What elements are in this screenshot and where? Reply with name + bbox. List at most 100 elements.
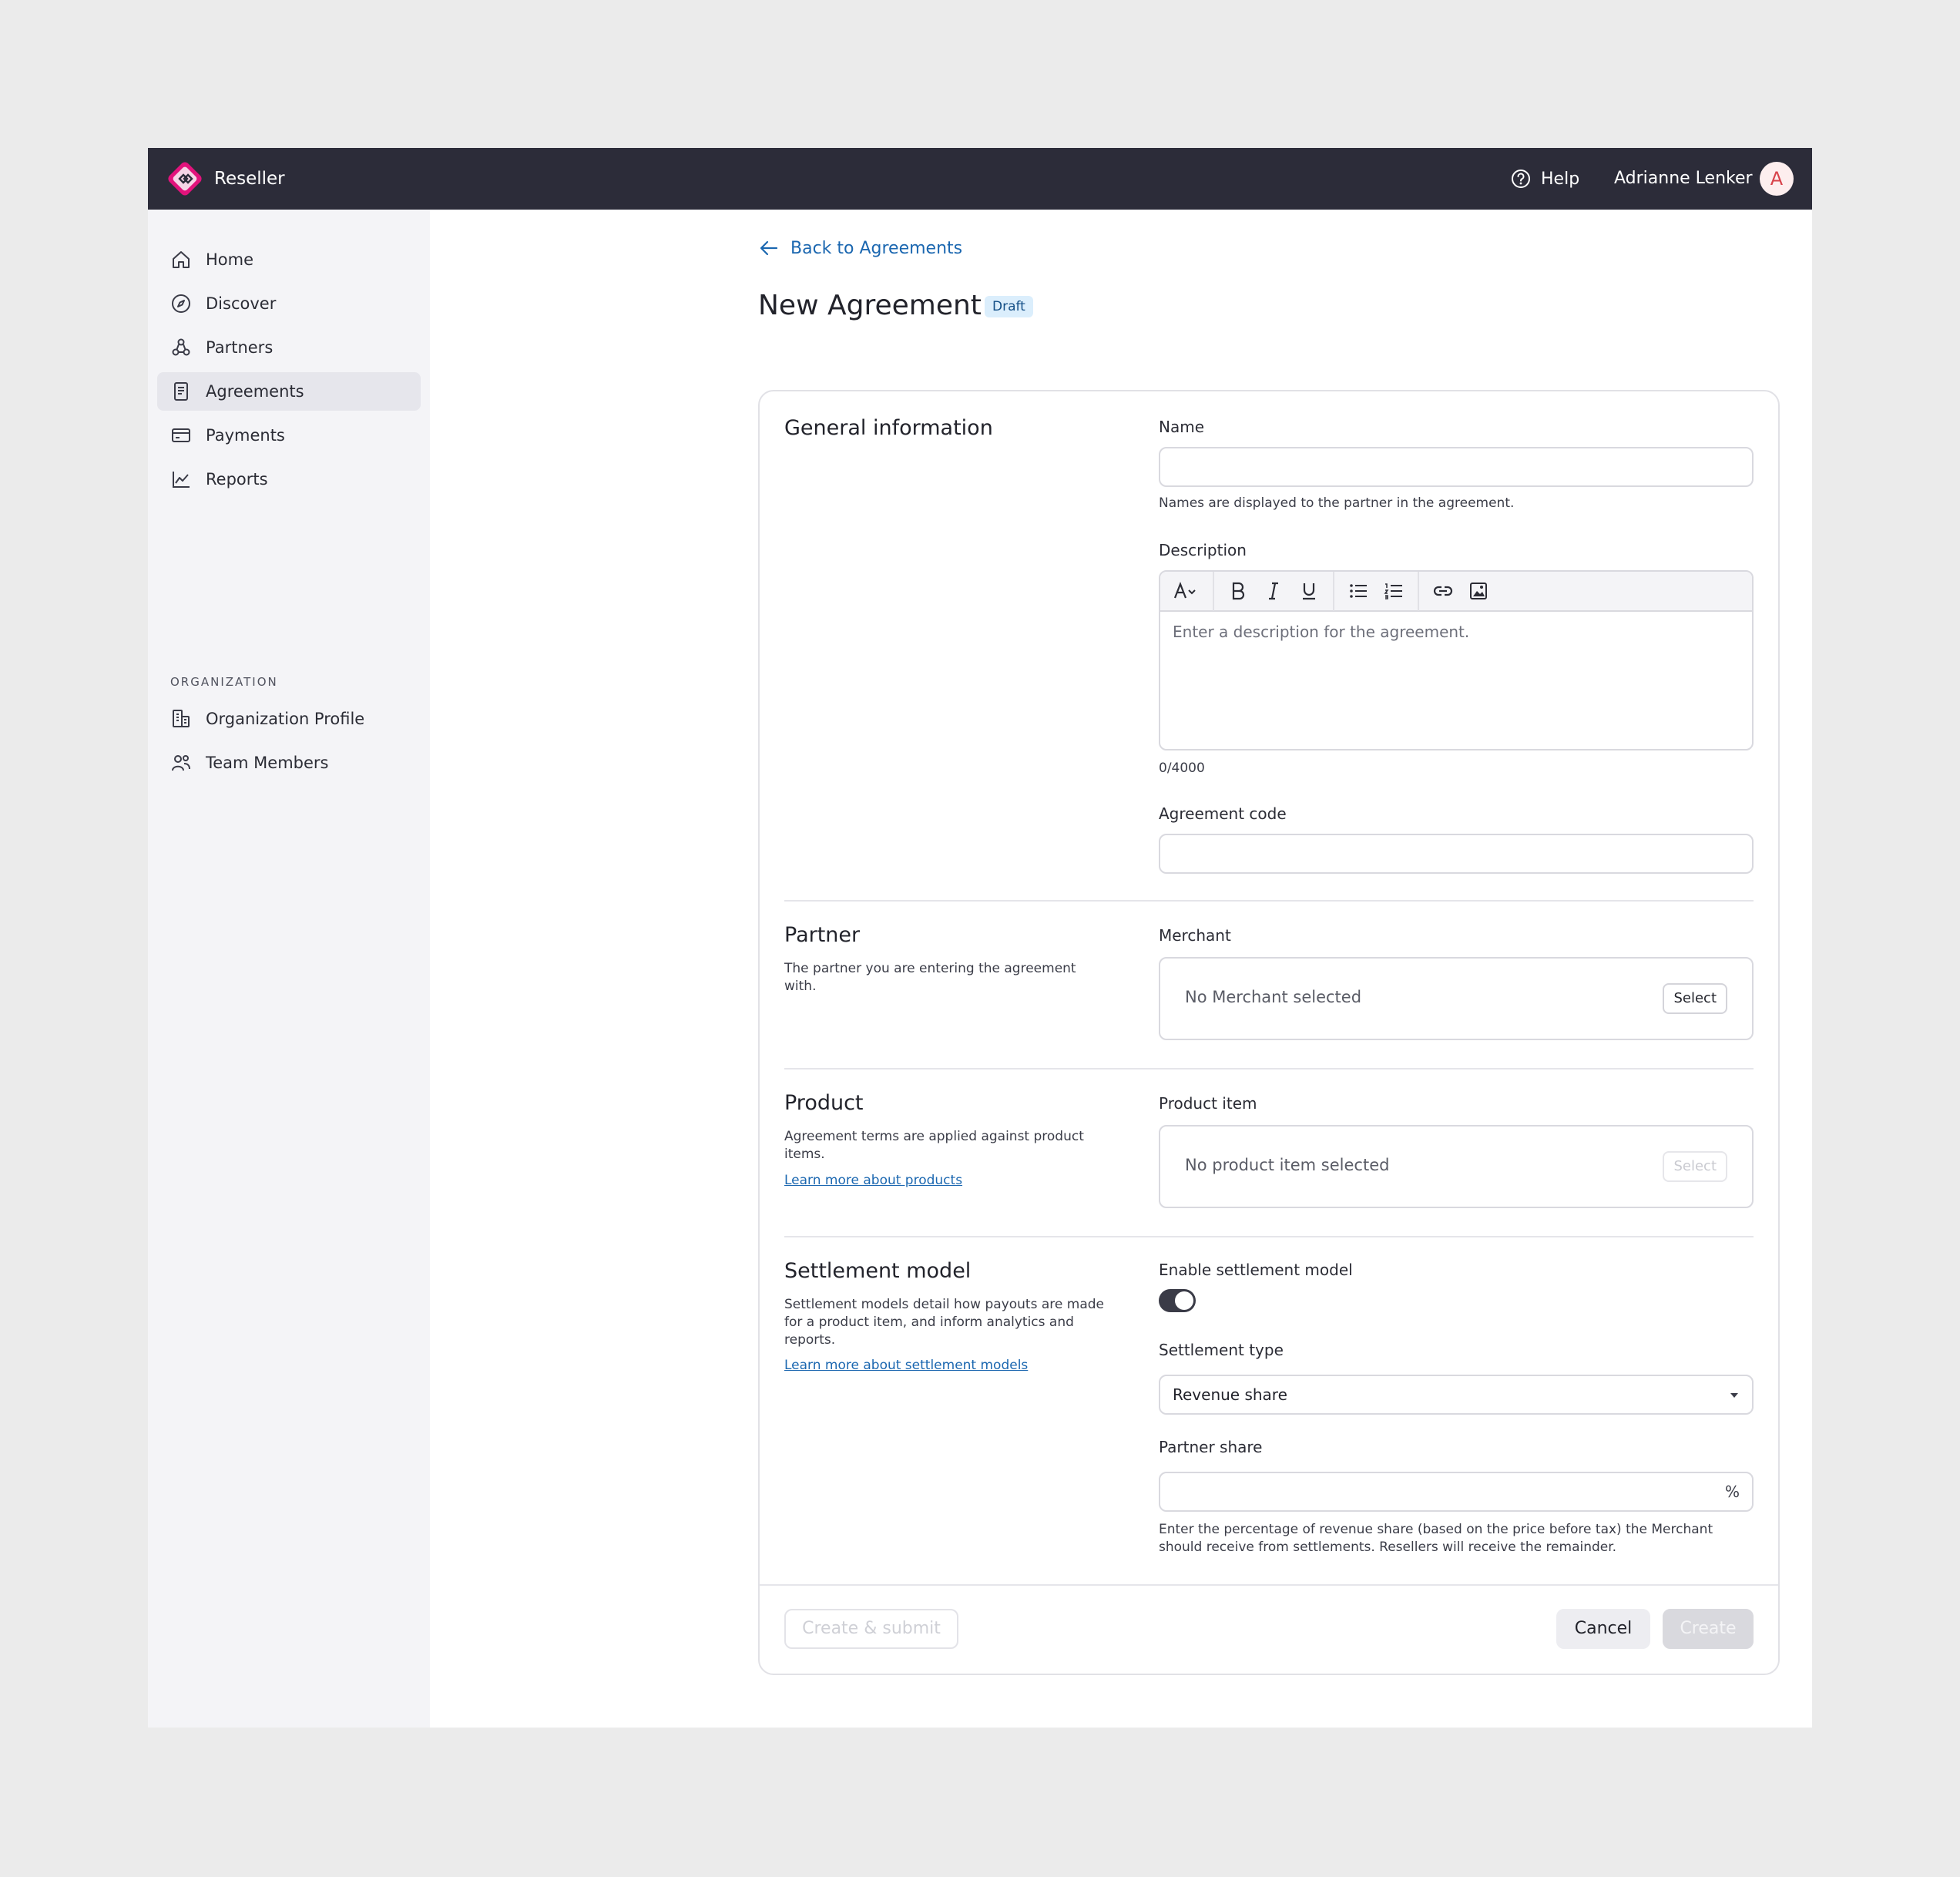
- image-button[interactable]: [1461, 576, 1496, 606]
- status-badge: Draft: [985, 296, 1033, 317]
- sidebar-item-label: Organization Profile: [206, 710, 365, 728]
- create-and-submit-button[interactable]: Create & submit: [784, 1609, 958, 1649]
- product-description: Agreement terms are applied against prod…: [784, 1129, 1084, 1162]
- description-editor: Enter a description for the agreement.: [1159, 570, 1754, 750]
- character-count: 0/4000: [1159, 761, 1205, 776]
- sidebar-item-home[interactable]: Home: [157, 240, 421, 279]
- enable-settlement-toggle[interactable]: [1159, 1289, 1196, 1312]
- section-divider: [784, 1068, 1754, 1069]
- merchant-label: Merchant: [1159, 926, 1231, 945]
- partners-icon: [172, 338, 190, 356]
- user-name[interactable]: Adrianne Lenker: [1614, 163, 1753, 194]
- sidebar: Home Discover Partners Agreements Paymen…: [148, 210, 430, 1728]
- list-group: [1334, 572, 1419, 611]
- page-title: New Agreement: [758, 290, 982, 321]
- sidebar-item-label: Agreements: [206, 382, 304, 401]
- section-divider: [784, 900, 1754, 902]
- product-title: Product: [784, 1091, 864, 1115]
- numbered-list-icon: [1384, 583, 1402, 599]
- partner-description: The partner you are entering the agreeme…: [784, 961, 1076, 994]
- footer-divider: [760, 1584, 1778, 1586]
- create-button[interactable]: Create: [1663, 1609, 1754, 1649]
- app-name: Reseller: [214, 169, 285, 189]
- name-input[interactable]: [1159, 447, 1754, 487]
- sidebar-item-organization-profile[interactable]: Organization Profile: [157, 700, 421, 738]
- select-merchant-button[interactable]: Select: [1663, 983, 1727, 1014]
- image-icon: [1470, 583, 1487, 599]
- general-information-title: General information: [784, 416, 993, 440]
- formatting-group: [1214, 572, 1334, 611]
- link-button[interactable]: [1425, 576, 1461, 606]
- learn-more-products-link[interactable]: Learn more about products: [784, 1173, 962, 1188]
- compass-icon: [172, 294, 190, 313]
- text-style-group: [1160, 572, 1214, 611]
- organization-heading: ORGANIZATION: [170, 675, 278, 689]
- link-icon: [1433, 586, 1453, 596]
- sidebar-item-label: Team Members: [206, 754, 329, 772]
- font-size-icon: [1173, 581, 1196, 599]
- section-divider: [784, 1236, 1754, 1237]
- sidebar-item-label: Payments: [206, 426, 285, 445]
- product-item-selector: No product item selected Select: [1159, 1125, 1754, 1208]
- partner-share-label: Partner share: [1159, 1438, 1263, 1456]
- partner-share-input[interactable]: %: [1159, 1472, 1754, 1512]
- percent-suffix: %: [1724, 1482, 1740, 1501]
- sidebar-item-payments[interactable]: Payments: [157, 416, 421, 455]
- description-label: Description: [1159, 541, 1247, 559]
- sidebar-item-label: Discover: [206, 294, 277, 313]
- enable-settlement-label: Enable settlement model: [1159, 1261, 1353, 1279]
- credit-card-icon: [172, 428, 190, 442]
- select-product-item-button[interactable]: Select: [1663, 1151, 1727, 1182]
- document-icon: [174, 382, 188, 401]
- settlement-type-value: Revenue share: [1173, 1385, 1287, 1404]
- app-window: Reseller Help Adrianne Lenker A Home Dis…: [148, 148, 1812, 1728]
- name-helper-text: Names are displayed to the partner in th…: [1159, 495, 1515, 511]
- cancel-button[interactable]: Cancel: [1556, 1609, 1650, 1649]
- sidebar-item-discover[interactable]: Discover: [157, 284, 421, 323]
- agreement-form-card: General information Name Names are displ…: [758, 390, 1780, 1675]
- top-bar: Reseller Help Adrianne Lenker A: [148, 148, 1812, 210]
- building-icon: [173, 710, 190, 727]
- description-textarea[interactable]: Enter a description for the agreement.: [1160, 612, 1752, 652]
- help-button[interactable]: Help: [1510, 163, 1579, 194]
- bullet-list-icon: [1350, 584, 1367, 598]
- agreement-code-input[interactable]: [1159, 834, 1754, 874]
- sidebar-item-reports[interactable]: Reports: [157, 460, 421, 499]
- editor-toolbar: [1160, 572, 1752, 612]
- numbered-list-button[interactable]: [1376, 576, 1411, 606]
- name-label: Name: [1159, 418, 1205, 436]
- settlement-model-description: Settlement models detail how payouts are…: [784, 1297, 1104, 1348]
- agreement-code-label: Agreement code: [1159, 804, 1287, 823]
- help-label: Help: [1541, 169, 1580, 189]
- main-content: Back to Agreements New Agreement Draft G…: [430, 210, 1812, 1728]
- font-size-button[interactable]: [1166, 576, 1207, 606]
- back-link-label: Back to Agreements: [790, 238, 963, 258]
- team-icon: [172, 755, 190, 771]
- toggle-knob: [1175, 1291, 1193, 1310]
- underline-button[interactable]: [1291, 576, 1327, 606]
- reseller-logo-icon[interactable]: [165, 159, 205, 199]
- italic-button[interactable]: [1256, 576, 1291, 606]
- bold-icon: [1232, 582, 1245, 600]
- sidebar-item-label: Home: [206, 250, 254, 269]
- italic-icon: [1269, 582, 1278, 600]
- sidebar-item-agreements[interactable]: Agreements: [157, 372, 421, 411]
- settlement-type-select[interactable]: Revenue share: [1159, 1375, 1754, 1415]
- caret-down-icon: [1730, 1393, 1738, 1398]
- insert-group: [1419, 572, 1502, 611]
- partner-title: Partner: [784, 923, 861, 947]
- merchant-selector: No Merchant selected Select: [1159, 957, 1754, 1040]
- learn-more-settlement-link[interactable]: Learn more about settlement models: [784, 1358, 1028, 1373]
- sidebar-item-team-members[interactable]: Team Members: [157, 744, 421, 782]
- chart-icon: [173, 472, 190, 488]
- avatar[interactable]: A: [1760, 162, 1794, 196]
- settlement-type-label: Settlement type: [1159, 1341, 1284, 1359]
- sidebar-item-label: Partners: [206, 338, 274, 357]
- bold-button[interactable]: [1220, 576, 1256, 606]
- sidebar-item-partners[interactable]: Partners: [157, 328, 421, 367]
- help-icon: [1512, 170, 1530, 188]
- underline-icon: [1303, 583, 1315, 600]
- bullet-list-button[interactable]: [1341, 576, 1376, 606]
- home-icon: [173, 251, 190, 268]
- back-to-agreements-link[interactable]: Back to Agreements: [758, 233, 962, 264]
